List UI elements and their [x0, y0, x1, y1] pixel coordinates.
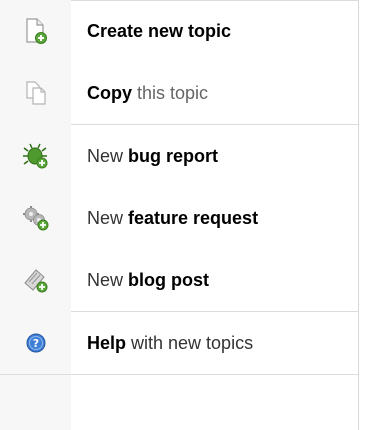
label-pre: New — [87, 207, 129, 228]
menu-item-label: New blog post — [71, 270, 209, 291]
label-bold: blog post — [128, 269, 209, 290]
label-bold: Copy — [87, 82, 132, 103]
menu-item-copy-topic[interactable]: Copy this topic — [0, 62, 358, 124]
blog-post-icon — [0, 267, 71, 293]
label-bold: bug report — [128, 145, 219, 166]
copy-pages-icon — [0, 80, 71, 106]
menu-item-new-bug-report[interactable]: New bug report — [0, 125, 358, 187]
label-bold: Create new topic — [87, 20, 232, 41]
label-bold: feature request — [128, 207, 259, 228]
label-pre: New — [87, 145, 129, 166]
menu-item-new-blog-post[interactable]: New blog post — [0, 249, 358, 311]
new-page-icon — [0, 18, 71, 44]
label-rest: this topic — [132, 82, 209, 103]
help-icon: ? — [0, 331, 71, 355]
menu-item-label: New feature request — [71, 208, 258, 229]
menu-item-help[interactable]: ? Help with new topics — [0, 312, 358, 374]
menu-item-create-new-topic[interactable]: Create new topic — [0, 0, 358, 62]
menu-item-label: Copy this topic — [71, 83, 208, 104]
bug-icon — [0, 143, 71, 169]
label-pre: New — [87, 269, 129, 290]
new-topic-menu: Create new topic Copy this topic New bug… — [0, 0, 359, 430]
menu-item-new-feature-request[interactable]: New feature request — [0, 187, 358, 249]
menu-bottom-border — [0, 374, 358, 375]
menu-item-label: Help with new topics — [71, 333, 253, 354]
gear-icon — [0, 205, 71, 231]
label-bold: Help — [87, 332, 127, 353]
label-rest: with new topics — [126, 332, 254, 353]
menu-item-label: Create new topic — [71, 21, 231, 42]
menu-item-label: New bug report — [71, 146, 218, 167]
svg-text:?: ? — [32, 337, 38, 350]
